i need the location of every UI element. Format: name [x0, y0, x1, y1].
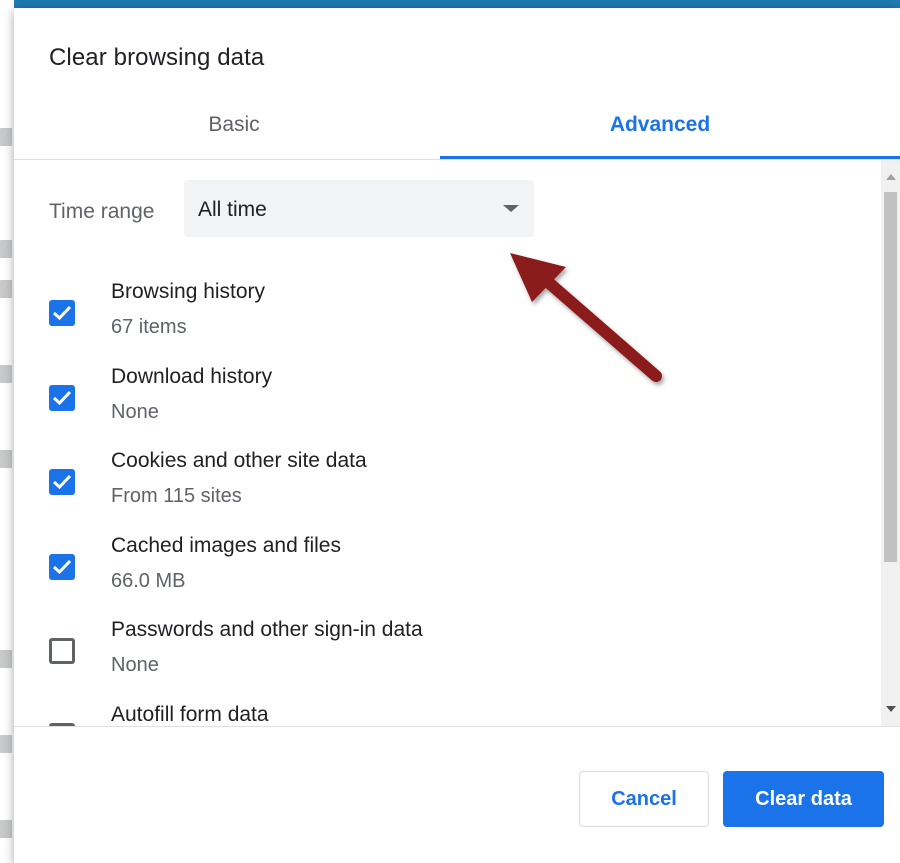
option-cookies[interactable]: Cookies and other site data From 115 sit… [14, 449, 874, 533]
scrollbar[interactable] [881, 160, 900, 726]
checkbox-checked[interactable] [49, 300, 75, 326]
option-detail: From 115 sites [111, 485, 242, 507]
time-range-select[interactable]: All time [184, 180, 534, 237]
background-text-fragment [0, 240, 12, 258]
dropdown-arrow-icon [503, 205, 519, 212]
tab-basic[interactable]: Basic [14, 94, 454, 156]
background-text-fragment [0, 650, 12, 668]
cancel-button[interactable]: Cancel [579, 771, 709, 827]
dialog-footer: Cancel Clear data [14, 726, 900, 863]
option-label: Passwords and other sign-in data [111, 618, 423, 641]
option-label: Cookies and other site data [111, 449, 367, 472]
checkmark-icon [52, 474, 72, 490]
background-text-fragment [0, 280, 12, 298]
clear-data-button[interactable]: Clear data [723, 771, 884, 827]
option-detail: None [111, 401, 159, 423]
time-range-value: All time [198, 198, 267, 221]
scroll-down-arrow-icon[interactable] [886, 706, 896, 712]
option-label: Cached images and files [111, 534, 341, 557]
time-range-label: Time range [49, 200, 155, 223]
checkmark-icon [52, 305, 72, 321]
tab-advanced[interactable]: Advanced [440, 94, 880, 156]
option-detail: None [111, 654, 159, 676]
dialog-title: Clear browsing data [49, 44, 265, 71]
background-text-fragment [0, 735, 12, 753]
settings-content: Time range All time Browsing history 67 … [14, 160, 900, 726]
checkbox-checked[interactable] [49, 554, 75, 580]
option-passwords[interactable]: Passwords and other sign-in data None [14, 618, 874, 702]
checkbox-unchecked[interactable] [49, 638, 75, 664]
option-label: Autofill form data [111, 703, 269, 726]
background-text-fragment [0, 820, 12, 838]
scroll-up-arrow-icon[interactable] [886, 174, 896, 180]
active-tab-indicator [440, 156, 900, 159]
background-page [0, 0, 14, 863]
checkmark-icon [52, 390, 72, 406]
checkbox-checked[interactable] [49, 469, 75, 495]
scrollbar-thumb[interactable] [884, 192, 897, 562]
option-detail: 66.0 MB [111, 570, 186, 592]
option-autofill[interactable]: Autofill form data [14, 703, 874, 726]
background-text-fragment [0, 365, 12, 383]
checkbox-checked[interactable] [49, 385, 75, 411]
checkmark-icon [52, 559, 72, 575]
option-cached-images[interactable]: Cached images and files 66.0 MB [14, 534, 874, 618]
clear-browsing-data-dialog: Clear browsing data Basic Advanced Time … [14, 8, 900, 863]
background-text-fragment [0, 128, 12, 146]
option-detail: 67 items [111, 316, 187, 338]
option-browsing-history[interactable]: Browsing history 67 items [14, 280, 874, 364]
option-label: Browsing history [111, 280, 266, 303]
background-text-fragment [0, 450, 12, 468]
option-download-history[interactable]: Download history None [14, 365, 874, 449]
tab-bar: Basic Advanced [14, 94, 900, 160]
option-label: Download history [111, 365, 273, 388]
